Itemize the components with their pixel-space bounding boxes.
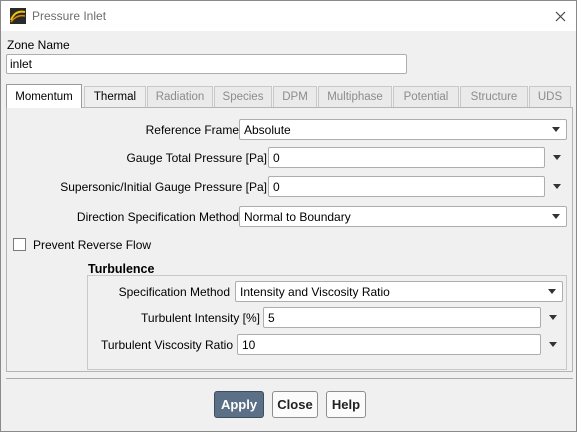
reference-frame-label: Reference Frame (145, 123, 239, 137)
turbulent-viscosity-ratio-input[interactable]: 10 (237, 334, 541, 355)
specification-method-dropdown[interactable]: Intensity and Viscosity Ratio (235, 281, 563, 302)
reference-frame-dropdown[interactable]: Absolute (239, 119, 567, 140)
tab-species[interactable]: Species (214, 86, 272, 107)
direction-method-label: Direction Specification Method (76, 210, 239, 224)
turbulent-intensity-label: Turbulent Intensity [%] (141, 311, 260, 325)
close-window-button[interactable] (549, 6, 571, 26)
tab-structure[interactable]: Structure (460, 86, 528, 107)
chevron-down-icon (549, 342, 557, 347)
chevron-down-icon (553, 184, 561, 189)
close-button[interactable]: Close (272, 391, 318, 418)
tab-radiation[interactable]: Radiation (147, 86, 213, 107)
momentum-panel: Reference Frame Absolute Gauge Total Pre… (6, 107, 573, 372)
turbulence-group: Specification Method Intensity and Visco… (87, 275, 567, 370)
fluent-app-icon (10, 8, 26, 24)
tab-bar: Momentum Thermal Radiation Species DPM M… (6, 84, 573, 108)
turbulence-section-title: Turbulence (88, 262, 155, 276)
zone-name-input[interactable]: inlet (6, 54, 407, 74)
gauge-total-pressure-label: Gauge Total Pressure [Pa] (126, 151, 267, 165)
tab-multiphase[interactable]: Multiphase (318, 86, 392, 107)
chevron-down-icon (553, 155, 561, 160)
turbulent-intensity-input[interactable]: 5 (263, 307, 541, 328)
apply-button[interactable]: Apply (214, 391, 264, 418)
turbulent-viscosity-ratio-options[interactable] (546, 334, 560, 355)
turbulent-intensity-options[interactable] (546, 307, 560, 328)
chevron-down-icon (548, 289, 556, 294)
supersonic-pressure-label: Supersonic/Initial Gauge Pressure [Pa] (60, 180, 267, 194)
prevent-reverse-flow-label: Prevent Reverse Flow (33, 238, 152, 252)
supersonic-pressure-options[interactable] (550, 176, 564, 197)
direction-method-dropdown[interactable]: Normal to Boundary (239, 206, 567, 227)
help-button[interactable]: Help (326, 391, 366, 418)
tab-thermal[interactable]: Thermal (84, 86, 146, 107)
chevron-down-icon (549, 315, 557, 320)
chevron-down-icon (552, 214, 560, 219)
pressure-inlet-dialog: Pressure Inlet Zone Name inlet Momentum … (0, 0, 577, 432)
window-title: Pressure Inlet (32, 9, 107, 23)
tab-potential[interactable]: Potential (393, 86, 459, 107)
gauge-total-pressure-input[interactable]: 0 (268, 147, 545, 168)
separator (6, 378, 573, 379)
prevent-reverse-flow-checkbox[interactable] (13, 238, 26, 251)
reference-frame-value: Absolute (244, 123, 291, 137)
tab-dpm[interactable]: DPM (273, 86, 317, 107)
close-icon (555, 11, 565, 21)
turbulent-viscosity-ratio-label: Turbulent Viscosity Ratio (100, 338, 233, 352)
chevron-down-icon (552, 127, 560, 132)
gauge-total-pressure-options[interactable] (550, 147, 564, 168)
title-bar: Pressure Inlet (1, 1, 576, 31)
zone-name-label: Zone Name (7, 38, 70, 52)
tab-uds[interactable]: UDS (529, 86, 571, 107)
specification-method-label: Specification Method (118, 285, 230, 299)
tab-momentum[interactable]: Momentum (6, 84, 82, 108)
direction-method-value: Normal to Boundary (244, 210, 351, 224)
specification-method-value: Intensity and Viscosity Ratio (240, 285, 390, 299)
supersonic-pressure-input[interactable]: 0 (268, 176, 545, 197)
